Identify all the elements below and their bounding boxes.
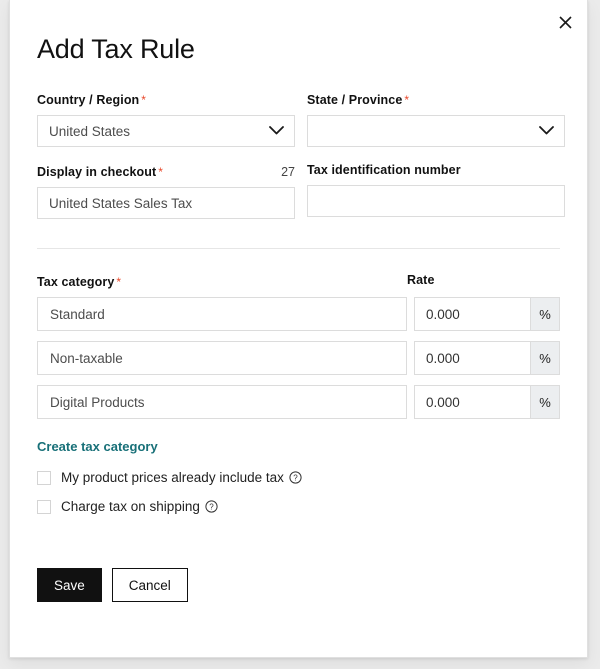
- charge-tax-on-shipping-label: Charge tax on shipping: [61, 499, 200, 515]
- country-field-group: Country / Region * United States Display …: [37, 91, 295, 220]
- section-divider: [37, 248, 560, 250]
- state-label: State / Province *: [307, 93, 410, 108]
- save-button[interactable]: Save: [37, 568, 102, 603]
- state-select[interactable]: [307, 115, 565, 148]
- required-marker: *: [404, 93, 410, 108]
- country-value: United States: [49, 123, 131, 139]
- required-marker: *: [116, 275, 122, 290]
- display-in-checkout-input[interactable]: United States Sales Tax: [37, 187, 295, 220]
- tax-category-header-row: Tax category * Rate: [37, 273, 560, 291]
- country-label-row: Country / Region *: [37, 91, 295, 109]
- page-title: Add Tax Rule: [37, 34, 195, 64]
- footer-actions: Save Cancel: [37, 568, 560, 603]
- display-in-checkout-group: Display in checkout * 27 United States Sa…: [37, 163, 295, 220]
- chevron-down-icon: [269, 122, 284, 140]
- percent-suffix: %: [530, 342, 559, 375]
- required-marker: *: [158, 165, 163, 180]
- country-label: Country / Region *: [37, 93, 146, 108]
- tax-rate-input[interactable]: 0.000 %: [414, 385, 560, 420]
- tax-category-value: Digital Products: [50, 394, 145, 410]
- required-marker: *: [141, 93, 146, 108]
- help-circle-icon[interactable]: ?: [205, 500, 218, 513]
- prices-include-tax-row: My product prices already include tax ?: [37, 470, 560, 485]
- tax-rate-value: 0.000: [426, 350, 460, 366]
- percent-suffix: %: [530, 298, 559, 331]
- prices-include-tax-label: My product prices already include tax: [61, 470, 284, 486]
- close-icon[interactable]: [551, 8, 579, 36]
- display-in-checkout-label: Display in checkout *: [37, 165, 163, 180]
- rate-header: Rate: [407, 273, 435, 288]
- tax-category-input[interactable]: Standard: [37, 297, 407, 332]
- help-circle-icon[interactable]: ?: [289, 471, 302, 484]
- tax-category-header: Tax category *: [37, 275, 122, 290]
- display-in-checkout-label-row: Display in checkout * 27: [37, 163, 295, 181]
- svg-text:?: ?: [209, 503, 214, 512]
- tax-category-value: Non-taxable: [50, 350, 123, 366]
- tax-rate-input[interactable]: 0.000 %: [414, 341, 560, 376]
- tax-rate-input[interactable]: 0.000 %: [414, 297, 560, 332]
- create-tax-category-link[interactable]: Create tax category: [37, 439, 158, 454]
- table-row: Non-taxable 0.000 %: [37, 341, 560, 376]
- table-row: Standard 0.000 %: [37, 297, 560, 332]
- charge-tax-on-shipping-row: Charge tax on shipping ?: [37, 499, 560, 514]
- character-counter: 27: [281, 165, 295, 180]
- charge-tax-on-shipping-checkbox[interactable]: [37, 499, 51, 514]
- display-in-checkout-value: United States Sales Tax: [49, 195, 193, 211]
- state-label-row: State / Province *: [307, 91, 565, 109]
- tax-id-group: Tax identification number: [307, 163, 565, 218]
- top-fields-row: Country / Region * United States Display …: [37, 91, 565, 220]
- tax-rate-value: 0.000: [426, 306, 460, 322]
- prices-include-tax-checkbox[interactable]: [37, 470, 51, 485]
- tax-category-input[interactable]: Non-taxable: [37, 341, 407, 376]
- modal-body: Add Tax Rule Country / Region * United St…: [10, 0, 587, 603]
- svg-text:?: ?: [293, 474, 298, 483]
- country-select[interactable]: United States: [37, 115, 295, 148]
- add-tax-rule-modal: Add Tax Rule Country / Region * United St…: [9, 0, 588, 658]
- chevron-down-icon: [539, 122, 554, 140]
- table-row: Digital Products 0.000 %: [37, 385, 560, 420]
- tax-category-input[interactable]: Digital Products: [37, 385, 407, 420]
- tax-rate-value: 0.000: [426, 394, 460, 410]
- tax-id-label-row: Tax identification number: [307, 163, 565, 179]
- percent-suffix: %: [530, 386, 559, 419]
- cancel-button[interactable]: Cancel: [111, 568, 188, 603]
- state-field-group: State / Province * Tax identification num…: [307, 91, 565, 219]
- tax-category-value: Standard: [50, 306, 105, 322]
- tax-id-label: Tax identification number: [307, 163, 461, 178]
- tax-id-input[interactable]: [307, 185, 565, 218]
